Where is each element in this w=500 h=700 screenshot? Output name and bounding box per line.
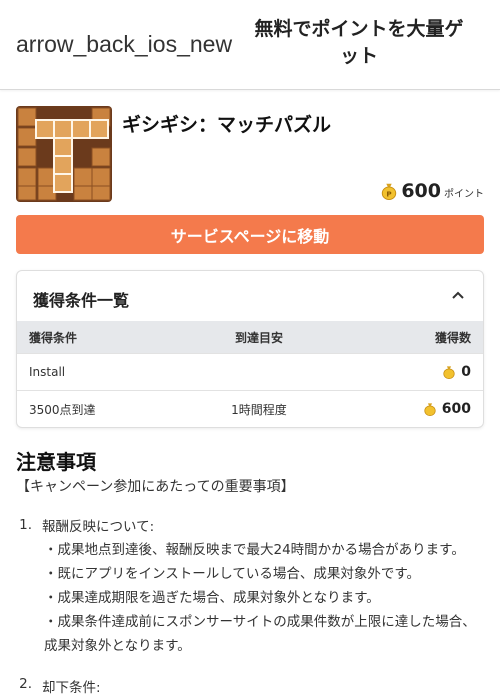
note-line: ・成果条件達成前にスポンサーサイトの成果件数が上限に達した場合、成果対象外となり… — [44, 614, 476, 654]
column-header-estimate: 到達目安 — [234, 330, 283, 345]
table-row: 3500点到達 1時間程度 600 — [17, 390, 483, 427]
page-title: 無料でポイントを大量ゲット — [254, 18, 464, 67]
notes-title: 注意事項 — [16, 450, 96, 474]
conditions-panel-header[interactable]: 獲得条件一覧 — [17, 271, 483, 321]
note-line: ・成果達成期限を過ぎた場合、成果対象外となります。 — [44, 590, 380, 606]
service-page-button[interactable]: サービスページに移動 — [16, 215, 484, 254]
coin-bag-icon: P — [382, 183, 397, 200]
puzzle-thumbnail-image — [16, 106, 112, 202]
coin-bag-icon — [424, 403, 436, 416]
points-display: P 600 ポイント — [380, 180, 484, 202]
svg-text:P: P — [387, 189, 392, 198]
notes-list: 1. 報酬反映について: ・成果地点到達後、報酬反映まで最大24時間かかる場合が… — [16, 514, 486, 658]
table-row: Install 0 — [17, 353, 483, 390]
list-item: 2. 却下条件: — [16, 676, 101, 696]
points-value: 600 — [401, 180, 441, 202]
conditions-panel: 獲得条件一覧 獲得条件 到達目安 獲得数 Install 0 3500点到達 1… — [16, 270, 484, 428]
estimate-cell: 1時間程度 — [231, 402, 287, 417]
app-thumbnail — [16, 106, 112, 202]
list-item-heading: 却下条件: — [42, 680, 101, 696]
condition-cell: Install — [29, 365, 66, 379]
table-header: 獲得条件 到達目安 獲得数 — [17, 321, 483, 353]
reward-cell: 0 — [442, 354, 471, 390]
points-unit: ポイント — [444, 189, 484, 200]
app-header: arrow_back_ios_new 無料でポイントを大量ゲット — [0, 0, 500, 90]
list-item-number: 2. — [19, 676, 32, 692]
conditions-title: 獲得条件一覧 — [33, 291, 130, 310]
note-line: ・成果地点到達後、報酬反映まで最大24時間かかる場合があります。 — [44, 542, 465, 558]
list-sub-items: ・成果地点到達後、報酬反映まで最大24時間かかる場合があります。 ・既にアプリを… — [16, 538, 486, 658]
estimate-cell — [217, 354, 301, 390]
list-item-number: 1. — [19, 517, 32, 533]
chevron-up-icon[interactable] — [451, 290, 465, 300]
list-item: 1. 報酬反映について: — [16, 514, 486, 536]
reward-cell: 600 — [423, 391, 471, 427]
condition-cell: 3500点到達 — [29, 402, 96, 417]
list-item-heading: 報酬反映について: — [42, 519, 155, 535]
reward-value: 600 — [441, 401, 471, 417]
coin-bag-icon — [443, 366, 455, 379]
app-name: ギシギシ：マッチパズル — [122, 114, 332, 136]
column-header-condition: 獲得条件 — [29, 330, 78, 345]
back-button[interactable]: arrow_back_ios_new — [16, 31, 232, 58]
notes-subtitle: 【キャンペーン参加にあたっての重要事項】 — [16, 479, 295, 495]
note-line: ・既にアプリをインストールしている場合、成果対象外です。 — [44, 566, 420, 582]
column-header-reward: 獲得数 — [434, 330, 471, 345]
reward-value: 0 — [461, 364, 471, 380]
